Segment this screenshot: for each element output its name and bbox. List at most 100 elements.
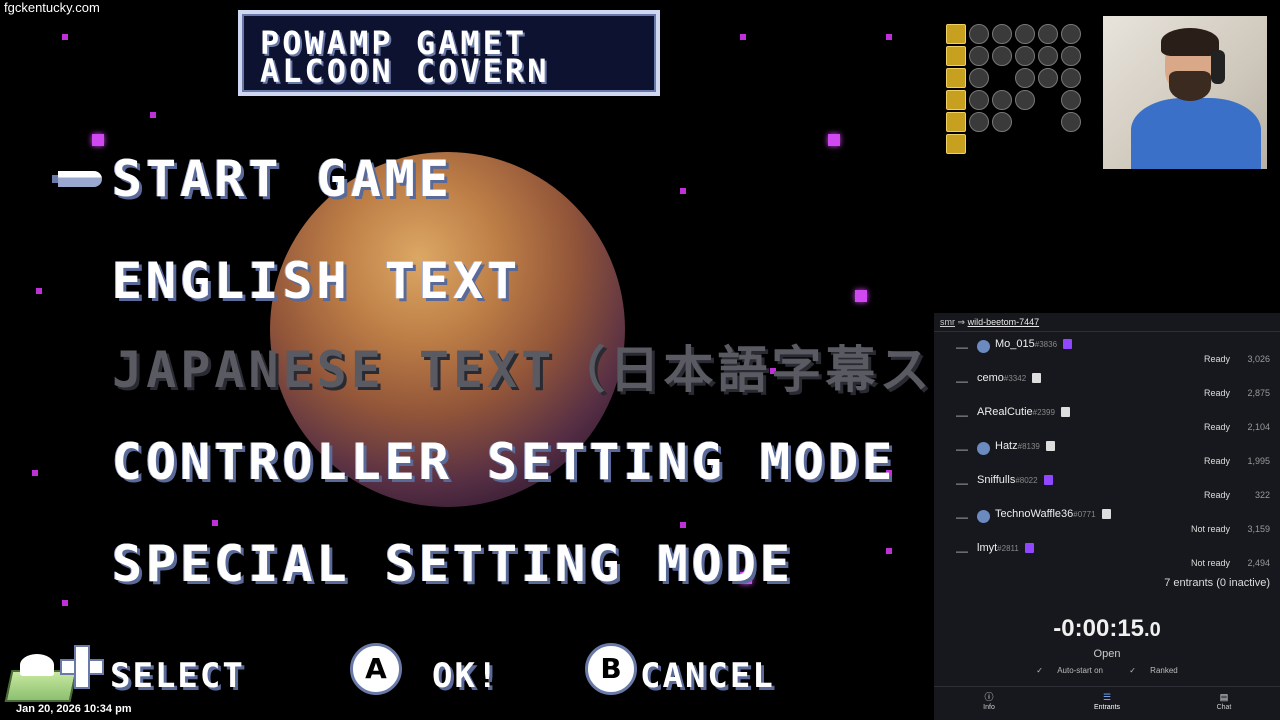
game-screen: POWAMP GAMET ALCOON COVERN START GAME EN… (0, 0, 935, 720)
entrant-name[interactable]: cemo#3342 (977, 372, 1042, 384)
tracker-item-icon (969, 134, 989, 154)
entrant-discriminator: #8022 (1015, 476, 1038, 485)
dpad-icon (60, 645, 104, 689)
star (828, 134, 840, 146)
tracker-item-icon (992, 46, 1012, 66)
menu-english-text[interactable]: ENGLISH TEXT (112, 252, 521, 310)
webcam-feed (1103, 16, 1267, 169)
tracker-item-icon (1015, 112, 1035, 132)
panel-nav: ⓘ Info ☰ Entrants ▤ Chat (934, 686, 1280, 720)
entrant-score: 2,104 (1247, 422, 1270, 432)
tracker-item-icon (1061, 134, 1081, 154)
entrant-name[interactable]: Hatz#8139 (995, 440, 1055, 452)
twitch-icon[interactable] (1024, 543, 1034, 554)
dash-icon: — (956, 408, 968, 422)
entrant-status: Not ready (1190, 558, 1230, 568)
entrant-row[interactable]: — TechnoWaffle36#0771 Not ready 3,159 (934, 502, 1280, 536)
race-panel: smr ⇒ wild-beetom-7447 — Mo_015#3836 Ready… (934, 313, 1280, 720)
dash-icon: — (956, 476, 968, 490)
stream-watermark: fgckentucky.com (0, 0, 104, 15)
entrant-row[interactable]: — Hatz#8139 Ready 1,995 (934, 434, 1280, 468)
tracker-item-icon (946, 24, 966, 44)
twitch-icon[interactable] (1063, 339, 1073, 350)
entrant-discriminator: #3342 (1003, 374, 1027, 383)
dash-icon: — (956, 442, 968, 456)
nav-info[interactable]: ⓘ Info (959, 691, 1019, 711)
nav-entrants[interactable]: ☰ Entrants (1077, 691, 1137, 711)
tracker-item-icon (1038, 24, 1058, 44)
stream-icon[interactable] (1101, 509, 1111, 520)
entrant-name[interactable]: TechnoWaffle36#0771 (995, 508, 1111, 520)
star (886, 548, 892, 554)
stream-icon[interactable] (1060, 407, 1070, 418)
tracker-item-icon (1015, 134, 1035, 154)
tracker-item-icon (992, 24, 1012, 44)
tracker-item-icon (1061, 24, 1081, 44)
list-icon: ☰ (1102, 692, 1112, 702)
tracker-item-icon (946, 68, 966, 88)
tracker-item-icon (946, 112, 966, 132)
entrant-status: Ready (1203, 490, 1230, 500)
race-category-link[interactable]: smr (940, 317, 955, 327)
tracker-item-icon (969, 112, 989, 132)
stream-icon[interactable] (1045, 441, 1055, 452)
entrant-row[interactable]: — lmyt#2811 Not ready 2,494 (934, 536, 1280, 570)
flag-autostart: ✓ Auto-start on (1036, 666, 1103, 675)
race-flags: ✓ Auto-start on ✓ Ranked (934, 666, 1280, 675)
menu-start-game[interactable]: START GAME (112, 150, 453, 208)
entrant-score: 2,875 (1247, 388, 1270, 398)
entrant-status: Ready (1203, 456, 1230, 466)
tracker-item-icon (1015, 90, 1035, 110)
hint-ok: OK! (432, 656, 500, 696)
twitch-icon[interactable] (1043, 475, 1053, 486)
entrant-row[interactable]: — Sniffulls#8022 Ready 322 (934, 468, 1280, 502)
hint-select: SELECT (110, 656, 245, 696)
tracker-item-icon (969, 24, 989, 44)
entrant-name[interactable]: lmyt#2811 (977, 542, 1034, 554)
tracker-item-icon (1015, 24, 1035, 44)
entrant-status: Not ready (1190, 524, 1230, 534)
entrant-status: Ready (1203, 422, 1230, 432)
menu-japanese-text: JAPANESE TEXT（日本語字幕スーパー） (112, 341, 935, 399)
avatar (977, 442, 990, 455)
entrant-list: — Mo_015#3836 Ready 3,026 — cemo#3342 Ready 2,8… (934, 332, 1280, 570)
nav-chat[interactable]: ▤ Chat (1194, 691, 1254, 711)
menu-controller-setting[interactable]: CONTROLLER SETTING MODE (112, 433, 896, 491)
stream-timestamp: Jan 20, 2026 10:34 pm (16, 703, 132, 715)
dash-icon: — (956, 510, 968, 524)
dash-icon: — (956, 340, 968, 354)
race-timer: -0:00:15.0 (934, 615, 1280, 643)
star (212, 520, 218, 526)
star (32, 470, 38, 476)
tracker-item-icon (946, 134, 966, 154)
entrant-name[interactable]: Mo_015#3836 (995, 338, 1073, 350)
race-room-link[interactable]: wild-beetom-7447 (968, 317, 1040, 327)
title-line-2: ALCOON COVERN (260, 52, 550, 90)
entrant-row[interactable]: — Mo_015#3836 Ready 3,026 (934, 332, 1280, 366)
star (62, 34, 68, 40)
arrow-icon: ⇒ (957, 317, 966, 327)
entrant-discriminator: #8139 (1017, 442, 1040, 451)
chat-icon: ▤ (1219, 692, 1229, 702)
tracker-item-icon (992, 134, 1012, 154)
tracker-item-icon (1015, 46, 1035, 66)
entrant-name[interactable]: Sniffulls#8022 (977, 474, 1053, 486)
entrant-row[interactable]: — ARealCutie#2399 Ready 2,104 (934, 400, 1280, 434)
star (886, 34, 892, 40)
tracker-item-icon (1061, 112, 1081, 132)
tracker-item-icon (1038, 134, 1058, 154)
tracker-item-icon (946, 90, 966, 110)
entrant-discriminator: #2399 (1032, 408, 1055, 417)
tracker-item-icon (969, 90, 989, 110)
entrant-row[interactable]: — cemo#3342 Ready 2,875 (934, 366, 1280, 400)
entrant-status: Ready (1203, 388, 1230, 398)
star (855, 290, 867, 302)
stream-icon[interactable] (1032, 373, 1042, 384)
dash-icon: — (956, 544, 968, 558)
avatar (977, 340, 990, 353)
star (62, 600, 68, 606)
tracker-item-icon (1038, 68, 1058, 88)
entrant-name[interactable]: ARealCutie#2399 (977, 406, 1070, 418)
info-icon: ⓘ (984, 692, 994, 702)
menu-special-setting[interactable]: SPECIAL SETTING MODE (112, 535, 794, 593)
